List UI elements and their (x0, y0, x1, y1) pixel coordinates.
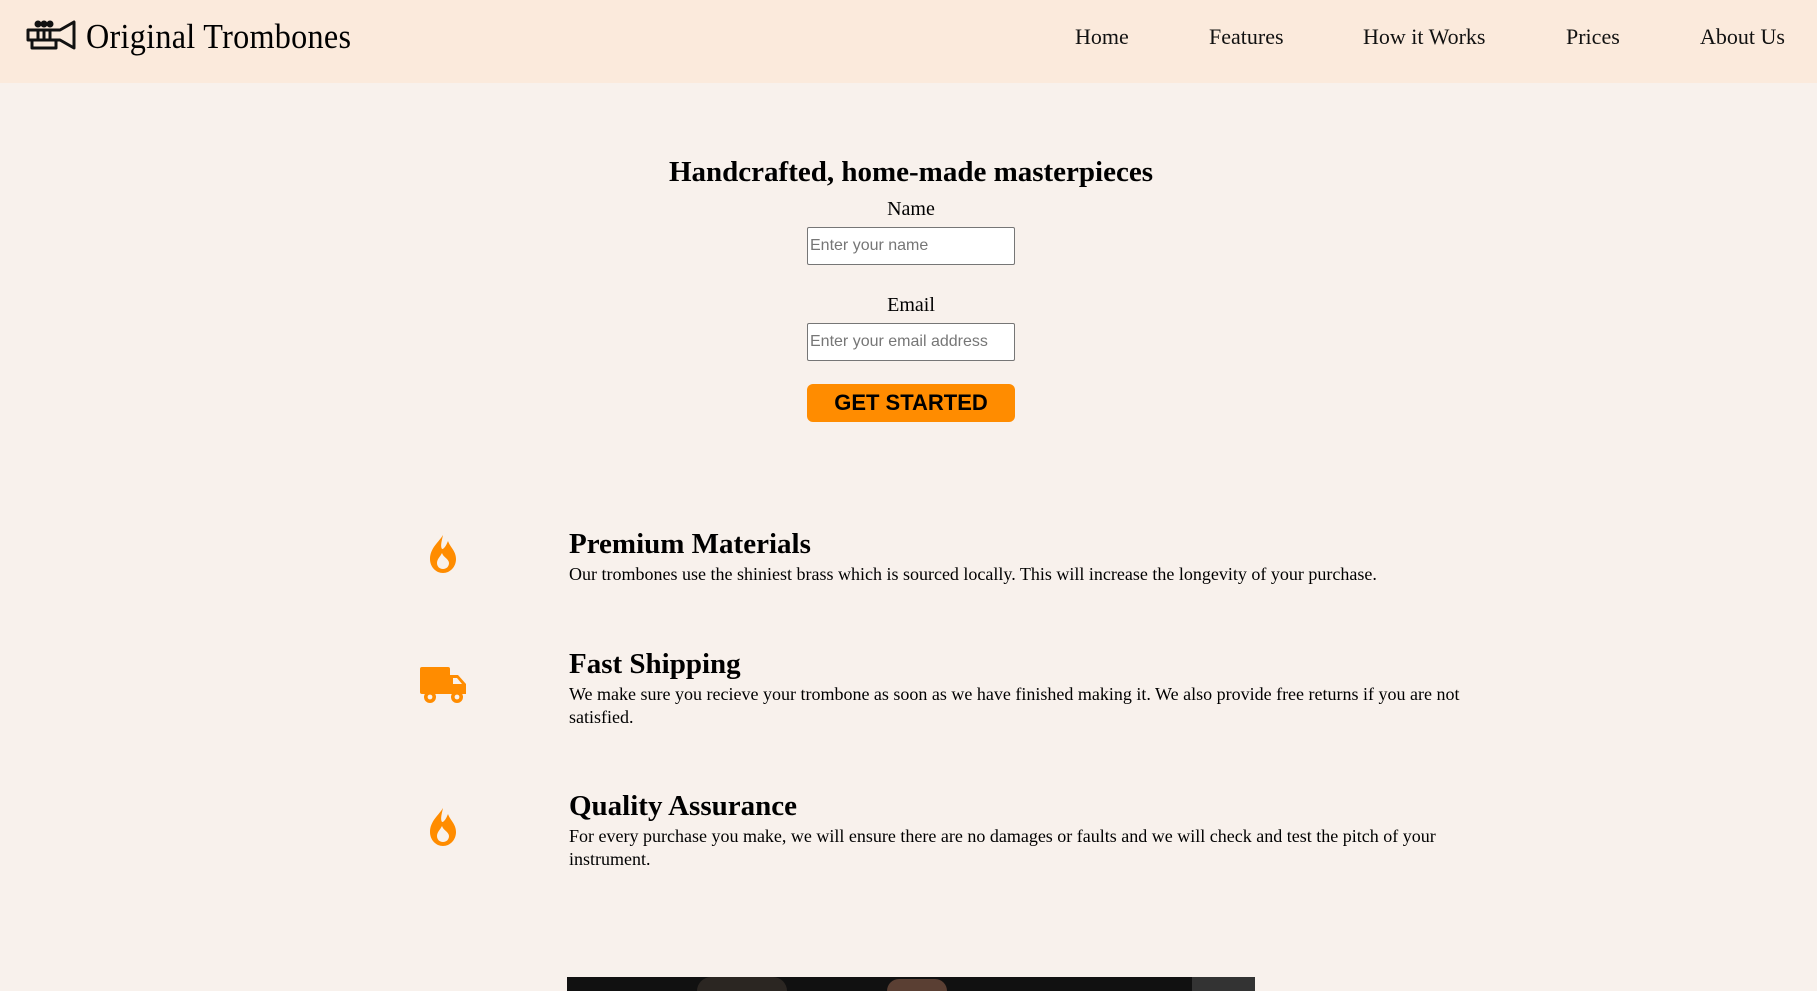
email-input[interactable] (807, 323, 1015, 361)
feature-description: Our trombones use the shiniest brass whi… (569, 564, 1377, 584)
nav-home[interactable]: Home (1075, 24, 1129, 50)
brand-name: Original Trombones (86, 17, 352, 56)
video-embed[interactable] (567, 977, 1255, 991)
video-frame-shape (887, 979, 947, 991)
brand[interactable]: Original Trombones (26, 16, 374, 58)
nav-about-us[interactable]: About Us (1700, 24, 1785, 50)
truck-icon (419, 664, 467, 706)
flame-icon (428, 807, 458, 847)
nav-features[interactable]: Features (1209, 24, 1284, 50)
video-frame-shape (1192, 977, 1255, 991)
email-label: Email (887, 294, 935, 316)
name-input[interactable] (807, 227, 1015, 265)
nav-how-it-works[interactable]: How it Works (1363, 24, 1486, 50)
name-label: Name (887, 198, 935, 220)
feature-description: For every purchase you make, we will ens… (569, 826, 1436, 869)
feature-title: Premium Materials (569, 528, 811, 560)
nav-prices[interactable]: Prices (1566, 24, 1620, 50)
feature-title: Quality Assurance (569, 790, 797, 822)
flame-icon (428, 534, 458, 574)
trumpet-icon (26, 18, 78, 57)
site-header: Original Trombones Home Features How it … (0, 0, 1817, 83)
get-started-button[interactable]: GET STARTED (807, 384, 1015, 422)
video-frame-shape (697, 977, 787, 991)
feature-description: We make sure you recieve your trombone a… (569, 684, 1460, 727)
feature-title: Fast Shipping (569, 648, 741, 680)
hero-title: Handcrafted, home-made masterpieces (668, 156, 1154, 188)
